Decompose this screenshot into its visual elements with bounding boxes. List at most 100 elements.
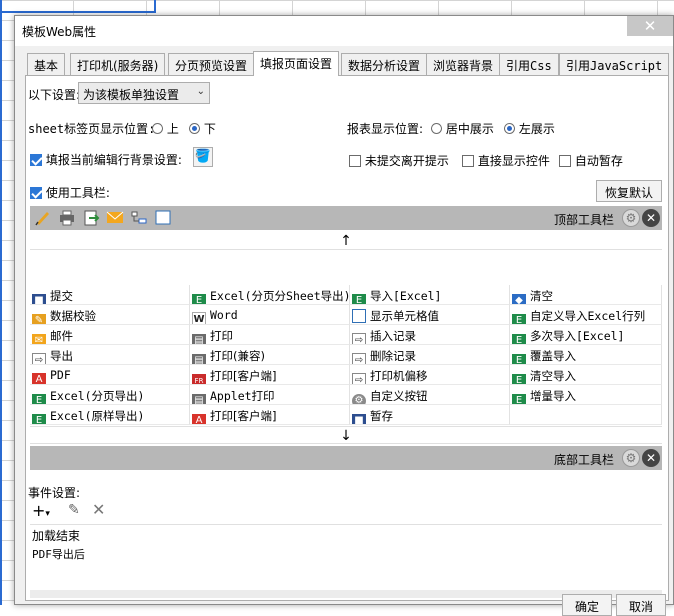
- autosave-checkbox[interactable]: [559, 155, 571, 167]
- toolbar-button-label: 打印(兼容): [210, 349, 265, 363]
- edit-icon[interactable]: [34, 209, 52, 226]
- scope-label: 以下设置:: [28, 88, 81, 102]
- fill-bg-checkbox[interactable]: [30, 154, 42, 166]
- toolbar-button-item[interactable]: E 覆盖导入: [510, 345, 662, 365]
- close-icon[interactable]: ✕: [642, 209, 660, 227]
- restore-default-button[interactable]: 恢复默认: [596, 180, 662, 202]
- toolbar-button-item[interactable]: E 多次导入[Excel]: [510, 325, 662, 345]
- ok-button[interactable]: 确定: [562, 594, 612, 616]
- tab-fill-page-settings[interactable]: 填报页面设置: [253, 51, 340, 76]
- tab-javascript[interactable]: 引用JavaScript: [559, 53, 670, 75]
- toolbar-button-item[interactable]: ⇨ 打印机偏移: [350, 365, 510, 385]
- delete-event-icon[interactable]: ✕: [92, 500, 105, 519]
- direct-widget-checkbox[interactable]: [462, 155, 474, 167]
- toolbar-button-item[interactable]: E 自定义导入Excel行列: [510, 305, 662, 325]
- toolbar-button-item[interactable]: ⇨ 导出: [30, 345, 190, 365]
- close-icon[interactable]: ✕: [642, 449, 660, 467]
- toolbar-button-item[interactable]: ▤ 打印: [190, 325, 350, 345]
- report-position-left[interactable]: 左展示: [504, 120, 555, 137]
- toolbar-button-label: 导出: [50, 349, 73, 363]
- add-event-icon[interactable]: +▾: [32, 501, 50, 520]
- autosave-setting[interactable]: 自动暂存: [559, 152, 623, 169]
- toolbar-button-item: [510, 405, 662, 425]
- direct-widget-label: 直接显示控件: [477, 154, 550, 168]
- toolbar-button-item[interactable]: ⇨ 插入记录: [350, 325, 510, 345]
- toolbar-button-item[interactable]: E Excel(原样导出): [30, 405, 190, 425]
- toolbar-button-label: Excel(分页分Sheet导出): [210, 289, 350, 303]
- paint-bucket-icon[interactable]: 🪣: [193, 147, 213, 167]
- toolbar-button-item[interactable]: A 打印[客户端]: [190, 405, 350, 425]
- toolbar-button-item[interactable]: ⇨ 删除记录: [350, 345, 510, 365]
- radio-center-label: 居中展示: [445, 122, 494, 136]
- tab-browser-background[interactable]: 浏览器背景: [426, 53, 501, 75]
- list-item[interactable]: PDF导出后: [30, 544, 662, 562]
- sheet-position-bottom[interactable]: 下: [189, 120, 216, 137]
- export-icon[interactable]: [82, 209, 100, 226]
- toolbar-button-item[interactable]: ■ 提交: [30, 285, 190, 305]
- insert-record-icon[interactable]: [130, 209, 148, 226]
- print-icon: ▤: [192, 334, 206, 344]
- tab-page-preview[interactable]: 分页预览设置: [168, 53, 255, 75]
- direct-widget-setting[interactable]: 直接显示控件: [462, 152, 550, 169]
- use-toolbar-setting[interactable]: 使用工具栏:: [30, 184, 110, 201]
- toolbar-button-label: 删除记录: [370, 349, 416, 363]
- use-toolbar-checkbox[interactable]: [30, 187, 42, 199]
- close-button[interactable]: ✕: [627, 16, 673, 36]
- mail-icon[interactable]: [106, 209, 124, 226]
- fill-bg-setting[interactable]: 填报当前编辑行背景设置:: [30, 151, 182, 168]
- toolbar-button-item[interactable]: ▤ 打印(兼容): [190, 345, 350, 365]
- radio-left[interactable]: [504, 123, 515, 134]
- unsubmitted-setting[interactable]: 未提交离开提示: [349, 152, 449, 169]
- toolbar-button-item[interactable]: ▤ Applet打印: [190, 385, 350, 405]
- radio-bottom[interactable]: [189, 123, 200, 134]
- toolbar-button-item[interactable]: ◆ 清空: [510, 285, 662, 305]
- top-toolbar-band: 顶部工具栏 ⚙ ✕: [30, 206, 662, 230]
- report-position-center[interactable]: 居中展示: [431, 120, 494, 137]
- move-down-arrow[interactable]: ↓: [30, 426, 662, 444]
- radio-center[interactable]: [431, 123, 442, 134]
- tab-data-analysis[interactable]: 数据分析设置: [341, 53, 428, 75]
- radio-top-label: 上: [166, 122, 179, 136]
- toolbar-button-label: 自定义导入Excel行列: [530, 309, 646, 323]
- toolbar-button-item[interactable]: E 增量导入: [510, 385, 662, 405]
- tab-css[interactable]: 引用Css: [499, 53, 559, 75]
- list-item[interactable]: 加载结束: [30, 525, 662, 544]
- toolbar-button-item[interactable]: E Excel(分页导出): [30, 385, 190, 405]
- toolbar-button-label: Applet打印: [210, 389, 275, 403]
- cancel-button[interactable]: 取消: [616, 594, 666, 616]
- print-icon[interactable]: [58, 209, 76, 226]
- move-up-arrow[interactable]: ↑: [30, 232, 662, 250]
- toolbar-button-item[interactable]: E Excel(分页分Sheet导出): [190, 285, 350, 305]
- tab-basic[interactable]: 基本: [27, 53, 66, 75]
- fill-page-panel: 以下设置: 为该模板单独设置 ⌄ sheet标签页显示位置: 上 下 报表显示位…: [25, 75, 669, 601]
- toolbar-button-item[interactable]: ✉ 邮件: [30, 325, 190, 345]
- toolbar-button-item[interactable]: ■ 暂存: [350, 405, 510, 425]
- toolbar-button-item[interactable]: W Word: [190, 305, 350, 325]
- toolbar-button-item[interactable]: A PDF: [30, 365, 190, 385]
- fill-bg-label: 填报当前编辑行背景设置:: [45, 153, 182, 167]
- events-label: 事件设置:: [28, 486, 81, 500]
- toolbar-button-item[interactable]: 显示单元格值: [350, 305, 510, 325]
- toolbar-button-item[interactable]: E 清空导入: [510, 365, 662, 385]
- toolbar-button-item[interactable]: FR 打印[客户端]: [190, 365, 350, 385]
- sheet-position-top[interactable]: 上: [152, 120, 179, 137]
- gear-icon[interactable]: ⚙: [622, 209, 640, 227]
- scope-select[interactable]: 为该模板单独设置 ⌄: [78, 82, 210, 104]
- toolbar-button-label: 显示单元格值: [370, 309, 439, 323]
- titlebar: 模板Web属性 ✕: [15, 16, 673, 46]
- gear-icon[interactable]: ⚙: [622, 449, 640, 467]
- fr-icon: FR: [192, 374, 206, 384]
- toolbar-button-item[interactable]: ✎ 数据校验: [30, 305, 190, 325]
- toolbar-button-item[interactable]: E 导入[Excel]: [350, 285, 510, 305]
- save-icon: ■: [32, 294, 46, 304]
- show-cell-value-icon[interactable]: [154, 209, 172, 226]
- word-icon: W: [192, 312, 206, 325]
- edit-event-icon[interactable]: ✎: [68, 502, 80, 518]
- toolbar-button-label: 邮件: [50, 329, 73, 343]
- toolbar-button-item[interactable]: ⚙ 自定义按钮: [350, 385, 510, 405]
- excel-icon: E: [512, 394, 526, 404]
- unsubmitted-checkbox[interactable]: [349, 155, 361, 167]
- tab-printer-server[interactable]: 打印机(服务器): [70, 53, 166, 75]
- toolbar-button-label: 打印: [210, 329, 233, 343]
- radio-top[interactable]: [152, 123, 163, 134]
